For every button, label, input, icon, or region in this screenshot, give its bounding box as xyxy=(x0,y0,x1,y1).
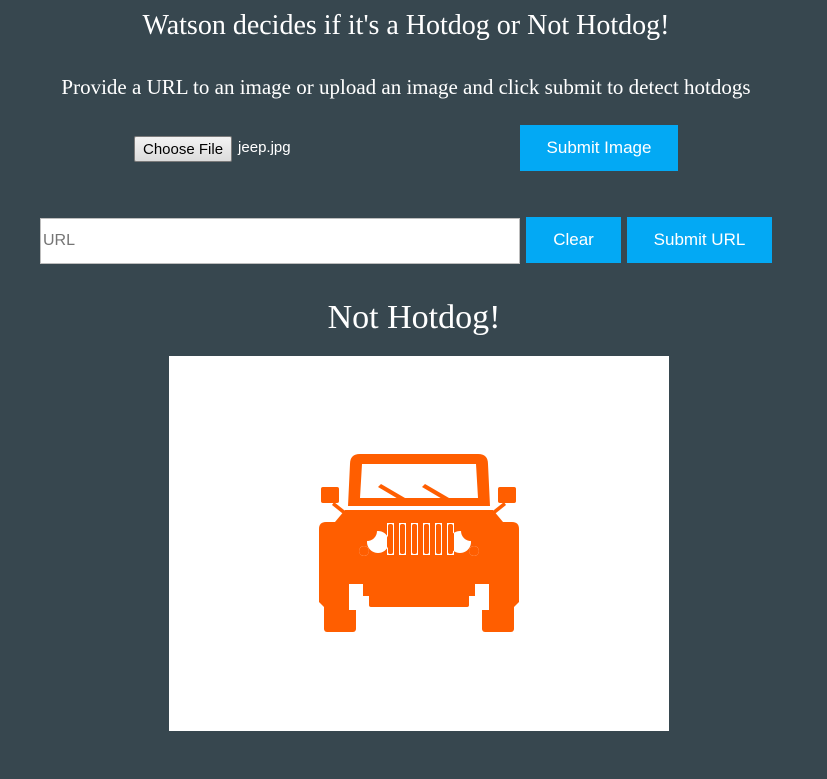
instructions-text: Provide a URL to an image or upload an i… xyxy=(61,75,751,99)
file-upload: Choose File jeep.jpg xyxy=(134,136,291,162)
result-image xyxy=(169,356,669,731)
jeep-icon xyxy=(319,454,519,632)
submit-image-button[interactable]: Submit Image xyxy=(520,125,678,171)
result-label: Not Hotdog! xyxy=(327,299,501,336)
selected-file-name: jeep.jpg xyxy=(238,138,291,156)
submit-url-button[interactable]: Submit URL xyxy=(627,217,772,263)
choose-file-button[interactable]: Choose File xyxy=(134,136,233,162)
url-input[interactable] xyxy=(40,218,520,264)
page-title: Watson decides if it's a Hotdog or Not H… xyxy=(142,10,670,41)
clear-button[interactable]: Clear xyxy=(526,217,621,263)
